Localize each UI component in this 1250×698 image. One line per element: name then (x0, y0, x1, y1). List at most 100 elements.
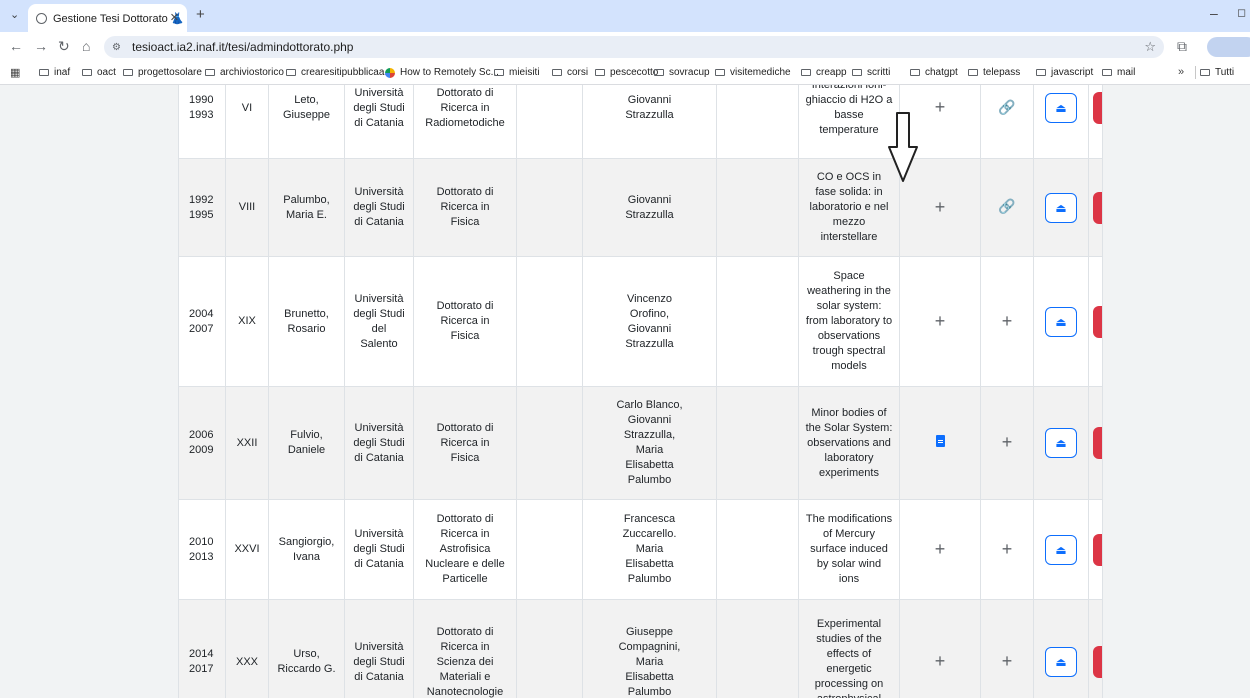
upload-button[interactable]: ⏏ (1045, 93, 1077, 123)
add-icon[interactable]: + (1002, 651, 1013, 671)
extensions-icon[interactable]: ⧉ (1177, 38, 1187, 55)
delete-button[interactable]: ■ (1093, 646, 1102, 678)
bookmark-star-icon[interactable]: ☆ (1144, 39, 1156, 55)
tutor-line: Strazzulla, (623, 429, 676, 441)
table-row: 2014 2017 XXX Urso, Riccardo G. Università deg… (178, 599, 1103, 698)
url-text[interactable]: tesioact.ia2.inaf.it/tesi/admindottorato… (132, 40, 353, 54)
upload-button[interactable]: ⏏ (1045, 534, 1077, 565)
bookmark-label: progettosolare (138, 67, 202, 78)
bookmark-creapp[interactable]: creapp (801, 67, 847, 78)
title-line: interstellare (820, 231, 878, 243)
bookmark-scritti[interactable]: scritti (852, 67, 890, 78)
empty-cell (516, 599, 583, 698)
title-line: by solar wind (816, 558, 882, 570)
folder-icon (595, 69, 605, 76)
upload-cell: ⏏ (1033, 499, 1089, 600)
window-icon[interactable]: ◻ (1237, 6, 1246, 19)
empty-cell (516, 386, 583, 500)
new-tab-icon[interactable]: + (196, 6, 205, 23)
delete-button[interactable]: ■ (1093, 92, 1102, 124)
bookmark-corsi[interactable]: corsi (552, 67, 588, 78)
bookmark-pescecotto[interactable]: pescecotto (595, 67, 658, 78)
title-line: surface induced (810, 543, 888, 555)
title-cell: Minor bodies of the Solar System: observat… (798, 386, 900, 500)
years-line: 2010 (189, 535, 214, 548)
bookmark-label: pescecotto (610, 67, 659, 78)
link-icon[interactable]: 🔗 (998, 99, 1015, 115)
action-cell: + (899, 499, 981, 600)
university-line: Università (354, 528, 404, 540)
upload-button[interactable]: ⏏ (1045, 647, 1077, 677)
reload-icon[interactable]: ↻ (58, 38, 70, 55)
add-icon[interactable]: + (1002, 432, 1013, 452)
back-icon[interactable]: ← (9, 38, 23, 54)
course-line: Dottorato di (436, 625, 494, 638)
bookmarks-more-icon[interactable]: » (1178, 66, 1184, 78)
add-icon[interactable]: + (935, 197, 946, 217)
tab-search-icon[interactable]: ⌄ (10, 8, 19, 21)
bookmark-mieisiti[interactable]: mieisiti (494, 67, 540, 78)
student-cell: Leto, Giuseppe (268, 85, 345, 159)
close-tab-icon[interactable]: ✕ (170, 11, 179, 24)
tutor-line: Palumbo (627, 474, 672, 486)
course-cell: Dottorato di Ricerca in Fisica (413, 386, 517, 500)
course-line: Ricerca in (440, 101, 490, 114)
profile-button[interactable] (1207, 37, 1250, 57)
site-info-icon[interactable]: ⚙ (112, 42, 126, 53)
add-icon[interactable]: + (1002, 539, 1013, 559)
bookmark-visitemediche[interactable]: visitemediche (715, 67, 791, 78)
add-icon[interactable]: + (935, 97, 946, 117)
link-icon[interactable]: 🔗 (998, 198, 1015, 214)
forward-icon[interactable]: → (34, 38, 48, 54)
tutor-line: Elisabetta (625, 459, 674, 471)
tutor-cell: Vincenzo Orofino, Giovanni Strazzulla (582, 256, 717, 387)
bookmark-chatgpt[interactable]: chatgpt (910, 67, 958, 78)
bookmark-inaf[interactable]: inaf (39, 67, 70, 78)
empty-cell (516, 158, 583, 257)
add-icon[interactable]: + (935, 651, 946, 671)
bookmark-javascript[interactable]: javascript (1036, 67, 1093, 78)
bookmark-progettosolare[interactable]: progettosolare (123, 67, 202, 78)
table-row: 1990 1993 VI Leto, Giuseppe Università degli S… (178, 85, 1103, 159)
add-icon[interactable]: + (935, 539, 946, 559)
bookmark-archiviostorico[interactable]: archiviostorico (205, 67, 284, 78)
add-icon[interactable]: + (935, 311, 946, 331)
bookmark-telepass[interactable]: telepass (968, 67, 1020, 78)
upload-button[interactable]: ⏏ (1045, 306, 1077, 337)
title-cell: Space weathering in the solar system: from … (798, 256, 900, 387)
tutor-line: Giovanni (627, 193, 672, 206)
upload-cell: ⏏ (1033, 85, 1089, 159)
tutor-cell: Francesca Zuccarello. Maria Elisabetta Palum… (582, 499, 717, 600)
bookmark-crearesitipubblicaa[interactable]: crearesitipubblicaa... (286, 67, 393, 78)
folder-icon (205, 69, 215, 76)
cycle-cell: XXX (225, 599, 269, 698)
home-icon[interactable]: ⌂ (82, 38, 90, 54)
course-line: Dottorato di (436, 186, 494, 198)
delete-button[interactable]: ■ (1093, 533, 1102, 566)
delete-button[interactable]: ■ (1093, 191, 1102, 224)
title-cell: Experimental studies of the effects of ener… (798, 599, 900, 698)
bookmark-mail[interactable]: mail (1102, 67, 1135, 78)
delete-button[interactable]: ■ (1093, 305, 1102, 338)
bookmarks-separator (1195, 66, 1196, 79)
address-bar[interactable]: ⚙ tesioact.ia2.inaf.it/tesi/admindottora… (104, 36, 1164, 58)
upload-button[interactable]: ⏏ (1045, 428, 1077, 458)
tutor-line: Strazzulla (625, 109, 674, 121)
title-line: Minor bodies of (811, 406, 887, 419)
bookmark-sovracup[interactable]: sovracup (654, 67, 710, 78)
upload-cell: ⏏ (1033, 599, 1089, 698)
apps-grid-icon[interactable]: ▦ (10, 66, 20, 79)
bookmark-how-to-remotely-sc[interactable]: How to Remotely Sc... (385, 67, 499, 78)
delete-button[interactable]: ■ (1093, 427, 1102, 459)
browser-tab[interactable]: Gestione Tesi Dottorato 👗 ✕ (28, 4, 187, 32)
upload-button[interactable]: ⏏ (1045, 192, 1077, 223)
title-line: fase solida: in (815, 186, 883, 198)
add-icon[interactable]: + (1002, 311, 1013, 331)
document-icon[interactable] (935, 434, 945, 447)
cycle-text: XXX (235, 655, 258, 668)
minimize-icon[interactable]: – (1210, 5, 1218, 21)
university-cell: Università degli Studi di Catania (344, 386, 414, 500)
title-line: of Mercury (823, 528, 875, 540)
bookmark-folder-tutti[interactable]: Tutti (1200, 67, 1234, 78)
bookmark-oact[interactable]: oact (82, 67, 116, 78)
